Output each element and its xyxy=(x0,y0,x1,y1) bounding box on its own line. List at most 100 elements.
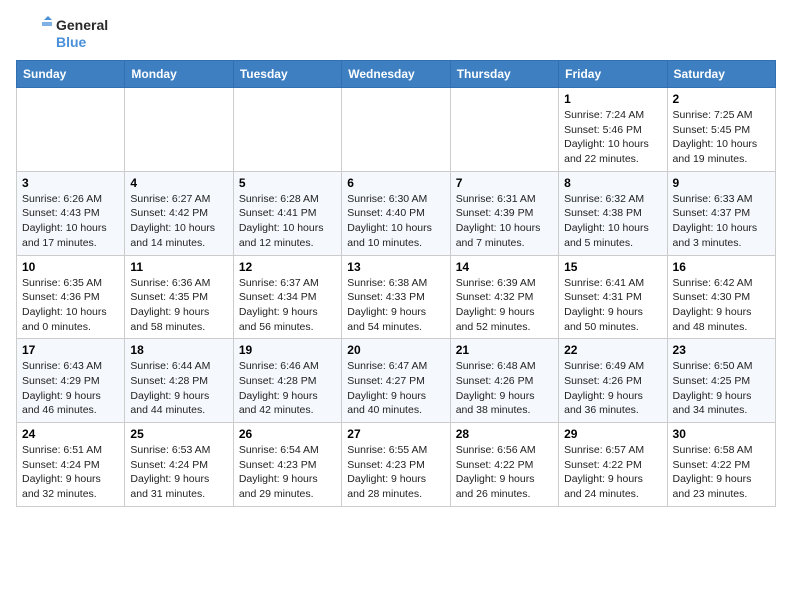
day-cell xyxy=(450,88,558,172)
day-number: 30 xyxy=(673,427,770,441)
day-number: 16 xyxy=(673,260,770,274)
header-cell-thursday: Thursday xyxy=(450,61,558,88)
day-cell: 1 Sunrise: 7:24 AM Sunset: 5:46 PM Daylig… xyxy=(559,88,667,172)
day-number: 6 xyxy=(347,176,444,190)
header-cell-tuesday: Tuesday xyxy=(233,61,341,88)
calendar-header: SundayMondayTuesdayWednesdayThursdayFrid… xyxy=(17,61,776,88)
day-info: Sunrise: 6:51 AM Sunset: 4:24 PM Dayligh… xyxy=(22,443,119,502)
day-info: Sunrise: 6:55 AM Sunset: 4:23 PM Dayligh… xyxy=(347,443,444,502)
day-number: 21 xyxy=(456,343,553,357)
header-cell-saturday: Saturday xyxy=(667,61,775,88)
day-cell xyxy=(17,88,125,172)
day-cell: 26 Sunrise: 6:54 AM Sunset: 4:23 PM Dayli… xyxy=(233,423,341,507)
day-number: 19 xyxy=(239,343,336,357)
day-cell: 16 Sunrise: 6:42 AM Sunset: 4:30 PM Dayli… xyxy=(667,255,775,339)
day-cell: 13 Sunrise: 6:38 AM Sunset: 4:33 PM Dayli… xyxy=(342,255,450,339)
day-number: 8 xyxy=(564,176,661,190)
day-info: Sunrise: 6:30 AM Sunset: 4:40 PM Dayligh… xyxy=(347,192,444,251)
day-number: 2 xyxy=(673,92,770,106)
day-info: Sunrise: 6:56 AM Sunset: 4:22 PM Dayligh… xyxy=(456,443,553,502)
day-number: 3 xyxy=(22,176,119,190)
day-number: 9 xyxy=(673,176,770,190)
day-cell: 7 Sunrise: 6:31 AM Sunset: 4:39 PM Daylig… xyxy=(450,171,558,255)
day-number: 26 xyxy=(239,427,336,441)
day-cell: 18 Sunrise: 6:44 AM Sunset: 4:28 PM Dayli… xyxy=(125,339,233,423)
day-info: Sunrise: 6:58 AM Sunset: 4:22 PM Dayligh… xyxy=(673,443,770,502)
day-info: Sunrise: 6:39 AM Sunset: 4:32 PM Dayligh… xyxy=(456,276,553,335)
day-cell: 6 Sunrise: 6:30 AM Sunset: 4:40 PM Daylig… xyxy=(342,171,450,255)
day-cell: 19Sunrise: 6:46 AM Sunset: 4:28 PM Dayli… xyxy=(233,339,341,423)
day-number: 13 xyxy=(347,260,444,274)
week-row-2: 3 Sunrise: 6:26 AM Sunset: 4:43 PM Daylig… xyxy=(17,171,776,255)
day-info: Sunrise: 6:47 AM Sunset: 4:27 PM Dayligh… xyxy=(347,359,444,418)
day-info: Sunrise: 6:26 AM Sunset: 4:43 PM Dayligh… xyxy=(22,192,119,251)
header-cell-monday: Monday xyxy=(125,61,233,88)
day-cell: 2 Sunrise: 7:25 AM Sunset: 5:45 PM Daylig… xyxy=(667,88,775,172)
header-cell-friday: Friday xyxy=(559,61,667,88)
day-info: Sunrise: 6:49 AM Sunset: 4:26 PM Dayligh… xyxy=(564,359,661,418)
day-info: Sunrise: 6:48 AM Sunset: 4:26 PM Dayligh… xyxy=(456,359,553,418)
day-cell: 9 Sunrise: 6:33 AM Sunset: 4:37 PM Daylig… xyxy=(667,171,775,255)
day-info: Sunrise: 7:24 AM Sunset: 5:46 PM Dayligh… xyxy=(564,108,661,167)
day-number: 29 xyxy=(564,427,661,441)
day-cell xyxy=(125,88,233,172)
day-number: 4 xyxy=(130,176,227,190)
day-number: 11 xyxy=(130,260,227,274)
day-info: Sunrise: 6:42 AM Sunset: 4:30 PM Dayligh… xyxy=(673,276,770,335)
day-cell: 10Sunrise: 6:35 AM Sunset: 4:36 PM Dayli… xyxy=(17,255,125,339)
day-cell: 21 Sunrise: 6:48 AM Sunset: 4:26 PM Dayli… xyxy=(450,339,558,423)
day-cell: 4 Sunrise: 6:27 AM Sunset: 4:42 PM Daylig… xyxy=(125,171,233,255)
day-cell: 28Sunrise: 6:56 AM Sunset: 4:22 PM Dayli… xyxy=(450,423,558,507)
day-number: 18 xyxy=(130,343,227,357)
day-cell xyxy=(342,88,450,172)
day-cell: 25Sunrise: 6:53 AM Sunset: 4:24 PM Dayli… xyxy=(125,423,233,507)
day-info: Sunrise: 6:33 AM Sunset: 4:37 PM Dayligh… xyxy=(673,192,770,251)
day-info: Sunrise: 6:37 AM Sunset: 4:34 PM Dayligh… xyxy=(239,276,336,335)
week-row-4: 17Sunrise: 6:43 AM Sunset: 4:29 PM Dayli… xyxy=(17,339,776,423)
day-info: Sunrise: 6:28 AM Sunset: 4:41 PM Dayligh… xyxy=(239,192,336,251)
day-cell: 12 Sunrise: 6:37 AM Sunset: 4:34 PM Dayli… xyxy=(233,255,341,339)
day-number: 20 xyxy=(347,343,444,357)
day-info: Sunrise: 6:38 AM Sunset: 4:33 PM Dayligh… xyxy=(347,276,444,335)
day-info: Sunrise: 6:27 AM Sunset: 4:42 PM Dayligh… xyxy=(130,192,227,251)
calendar-body: 1 Sunrise: 7:24 AM Sunset: 5:46 PM Daylig… xyxy=(17,88,776,507)
day-cell: 30 Sunrise: 6:58 AM Sunset: 4:22 PM Dayli… xyxy=(667,423,775,507)
day-cell: 17Sunrise: 6:43 AM Sunset: 4:29 PM Dayli… xyxy=(17,339,125,423)
day-number: 10 xyxy=(22,260,119,274)
logo-line2: Blue xyxy=(56,34,108,51)
day-cell: 11 Sunrise: 6:36 AM Sunset: 4:35 PM Dayli… xyxy=(125,255,233,339)
logo-svg xyxy=(16,16,52,52)
day-cell: 23Sunrise: 6:50 AM Sunset: 4:25 PM Dayli… xyxy=(667,339,775,423)
day-number: 27 xyxy=(347,427,444,441)
day-number: 7 xyxy=(456,176,553,190)
day-cell: 24 Sunrise: 6:51 AM Sunset: 4:24 PM Dayli… xyxy=(17,423,125,507)
day-info: Sunrise: 7:25 AM Sunset: 5:45 PM Dayligh… xyxy=(673,108,770,167)
day-cell: 14Sunrise: 6:39 AM Sunset: 4:32 PM Dayli… xyxy=(450,255,558,339)
day-cell: 15 Sunrise: 6:41 AM Sunset: 4:31 PM Dayli… xyxy=(559,255,667,339)
day-info: Sunrise: 6:31 AM Sunset: 4:39 PM Dayligh… xyxy=(456,192,553,251)
logo-line1: General xyxy=(56,17,108,34)
day-cell: 3 Sunrise: 6:26 AM Sunset: 4:43 PM Daylig… xyxy=(17,171,125,255)
week-row-3: 10Sunrise: 6:35 AM Sunset: 4:36 PM Dayli… xyxy=(17,255,776,339)
day-number: 15 xyxy=(564,260,661,274)
day-number: 1 xyxy=(564,92,661,106)
day-info: Sunrise: 6:50 AM Sunset: 4:25 PM Dayligh… xyxy=(673,359,770,418)
calendar-table: SundayMondayTuesdayWednesdayThursdayFrid… xyxy=(16,60,776,507)
day-info: Sunrise: 6:53 AM Sunset: 4:24 PM Dayligh… xyxy=(130,443,227,502)
day-number: 22 xyxy=(564,343,661,357)
day-info: Sunrise: 6:32 AM Sunset: 4:38 PM Dayligh… xyxy=(564,192,661,251)
header-row: SundayMondayTuesdayWednesdayThursdayFrid… xyxy=(17,61,776,88)
header: General Blue xyxy=(16,16,776,52)
day-cell: 20 Sunrise: 6:47 AM Sunset: 4:27 PM Dayli… xyxy=(342,339,450,423)
header-cell-wednesday: Wednesday xyxy=(342,61,450,88)
day-number: 24 xyxy=(22,427,119,441)
day-cell xyxy=(233,88,341,172)
day-info: Sunrise: 6:54 AM Sunset: 4:23 PM Dayligh… xyxy=(239,443,336,502)
day-info: Sunrise: 6:44 AM Sunset: 4:28 PM Dayligh… xyxy=(130,359,227,418)
day-cell: 22 Sunrise: 6:49 AM Sunset: 4:26 PM Dayli… xyxy=(559,339,667,423)
day-info: Sunrise: 6:57 AM Sunset: 4:22 PM Dayligh… xyxy=(564,443,661,502)
day-number: 5 xyxy=(239,176,336,190)
day-number: 12 xyxy=(239,260,336,274)
day-info: Sunrise: 6:36 AM Sunset: 4:35 PM Dayligh… xyxy=(130,276,227,335)
day-info: Sunrise: 6:41 AM Sunset: 4:31 PM Dayligh… xyxy=(564,276,661,335)
